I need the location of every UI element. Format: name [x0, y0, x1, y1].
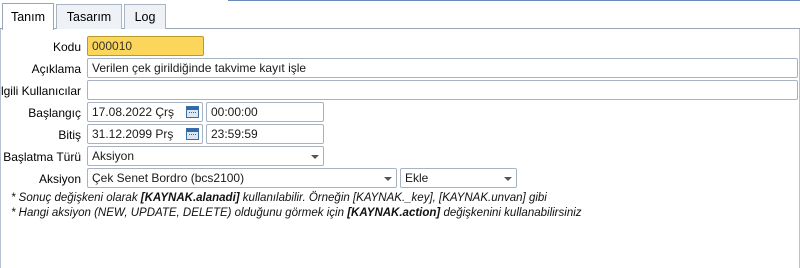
tab-tasarim[interactable]: Tasarım	[56, 4, 122, 29]
bitis-time-input[interactable]: 23:59:59	[206, 124, 324, 144]
baslatma-turu-label: Başlatma Türü	[3, 150, 81, 164]
help-note-1-text: * Sonuç değişkeni olarak	[11, 192, 141, 204]
help-note-1-variable: [KAYNAK.alanadi]	[140, 192, 240, 204]
baslangic-date-value: 17.08.2022 Çrş	[92, 105, 175, 119]
aksiyon-select[interactable]: Çek Senet Bordro (bcs2100)	[87, 168, 397, 188]
tab-log[interactable]: Log	[124, 4, 166, 29]
aksiyon-value: Çek Senet Bordro (bcs2100)	[92, 171, 245, 185]
aksiyon-mode-select[interactable]: Ekle	[400, 168, 517, 188]
baslangic-time-input[interactable]: 00:00:00	[206, 102, 324, 122]
chevron-down-icon	[384, 177, 392, 181]
bitis-date-input[interactable]: 31.12.2099 Prş	[87, 124, 203, 144]
help-note-2-variable: [KAYNAK.action]	[347, 207, 441, 219]
chevron-down-icon	[504, 177, 512, 181]
tab-tanim[interactable]: Tanım	[2, 3, 54, 30]
chevron-down-icon	[311, 155, 319, 159]
kodu-input[interactable]: 000010	[87, 36, 204, 56]
baslangic-label: Başlangıç	[28, 106, 81, 120]
help-note-2-suffix: değişkenini kullanabilirsiniz	[440, 207, 582, 219]
aksiyon-label: Aksiyon	[38, 172, 81, 186]
tab-tanim-label: Tanım	[10, 10, 46, 24]
baslatma-turu-value: Aksiyon	[92, 149, 135, 163]
help-note-2-text: * Hangi aksiyon (NEW, UPDATE, DELETE) ol…	[11, 207, 348, 219]
bitis-date-value: 31.12.2099 Prş	[92, 127, 174, 141]
aciklama-input[interactable]: Verilen çek girildiğinde takvime kayıt i…	[87, 58, 798, 78]
help-note-1-suffix: kullanılabilir. Örneğin [KAYNAK._key], […	[239, 192, 547, 204]
baslangic-date-input[interactable]: 17.08.2022 Çrş	[87, 102, 203, 122]
tab-bar-accent-line	[228, 0, 800, 1]
aksiyon-mode-value: Ekle	[405, 171, 429, 185]
aciklama-label: Açıklama	[31, 62, 81, 76]
kodu-label: Kodu	[52, 40, 81, 54]
ilgili-kullanicilar-label: İlgili Kullanıcılar	[0, 84, 81, 98]
calendar-icon[interactable]	[186, 106, 199, 118]
help-note-1: * Sonuç değişkeni olarak [KAYNAK.alanadi…	[11, 192, 547, 204]
calendar-icon[interactable]	[186, 128, 199, 140]
tab-bar: Tanım Tasarım Log	[0, 0, 800, 30]
tab-tasarim-label: Tasarım	[66, 10, 112, 24]
tab-log-label: Log	[134, 10, 156, 24]
ilgili-kullanicilar-input[interactable]	[87, 80, 798, 100]
baslatma-turu-select[interactable]: Aksiyon	[87, 146, 324, 166]
bitis-label: Bitiş	[58, 128, 81, 142]
help-note-2: * Hangi aksiyon (NEW, UPDATE, DELETE) ol…	[11, 207, 582, 219]
definition-panel: Kodu 000010 Açıklama Verilen çek girildi…	[0, 29, 800, 268]
